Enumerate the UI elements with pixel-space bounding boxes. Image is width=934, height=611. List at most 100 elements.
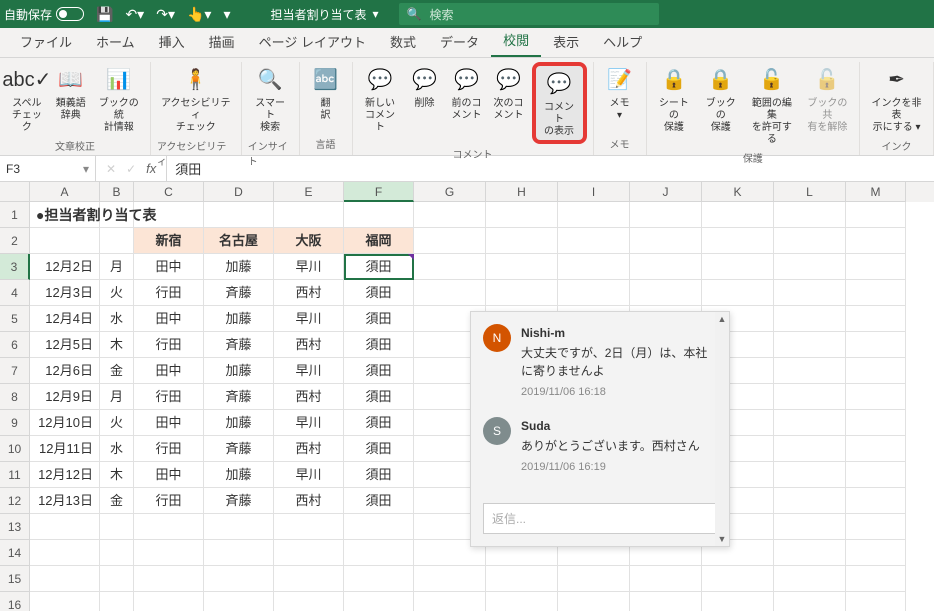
row-header-14[interactable]: 14 xyxy=(0,540,30,566)
cell[interactable] xyxy=(274,540,344,566)
cell[interactable] xyxy=(846,410,906,436)
autosave-toggle[interactable]: 自動保存 xyxy=(4,6,84,23)
cell[interactable] xyxy=(846,566,906,592)
tab-挿入[interactable]: 挿入 xyxy=(147,26,197,57)
cell[interactable] xyxy=(846,514,906,540)
cell[interactable] xyxy=(558,592,630,611)
cell[interactable]: ●担当者割り当て表 xyxy=(30,202,100,228)
cell[interactable] xyxy=(100,566,134,592)
cell[interactable] xyxy=(30,592,100,611)
cell[interactable] xyxy=(344,514,414,540)
col-header-C[interactable]: C xyxy=(134,182,204,202)
cell[interactable] xyxy=(702,566,774,592)
cell[interactable] xyxy=(774,540,846,566)
tab-ファイル[interactable]: ファイル xyxy=(8,26,84,57)
row-header-12[interactable]: 12 xyxy=(0,488,30,514)
cell[interactable]: 名古屋 xyxy=(204,228,274,254)
cell[interactable]: 須田 xyxy=(344,306,414,332)
cell[interactable]: 行田 xyxy=(134,488,204,514)
row-header-15[interactable]: 15 xyxy=(0,566,30,592)
cell[interactable] xyxy=(134,514,204,540)
reply-input[interactable]: 返信... xyxy=(483,503,717,534)
name-box[interactable]: F3▾ xyxy=(0,156,96,181)
thesaurus-button[interactable]: 📖類義語 辞典 xyxy=(52,62,90,124)
cell[interactable] xyxy=(274,566,344,592)
cell[interactable]: 加藤 xyxy=(204,306,274,332)
cell[interactable]: 加藤 xyxy=(204,410,274,436)
scrollbar[interactable]: ▲ ▼ xyxy=(715,312,729,546)
cell[interactable]: 水 xyxy=(100,306,134,332)
cell[interactable] xyxy=(486,592,558,611)
cell[interactable]: 西村 xyxy=(274,384,344,410)
cell[interactable] xyxy=(204,202,274,228)
cell[interactable]: 早川 xyxy=(274,306,344,332)
cell[interactable]: 行田 xyxy=(134,436,204,462)
cell[interactable] xyxy=(846,462,906,488)
cell[interactable] xyxy=(630,566,702,592)
cell[interactable] xyxy=(846,384,906,410)
translate-button[interactable]: 🔤翻 訳 xyxy=(306,62,346,124)
cell[interactable] xyxy=(774,436,846,462)
cell[interactable] xyxy=(134,566,204,592)
touch-mode-icon[interactable]: 👆▾ xyxy=(187,6,211,23)
row-header-9[interactable]: 9 xyxy=(0,410,30,436)
cell[interactable]: 斉藤 xyxy=(204,332,274,358)
comment-indicator-icon[interactable] xyxy=(408,254,414,260)
cell[interactable] xyxy=(204,566,274,592)
cell[interactable] xyxy=(846,592,906,611)
search-box[interactable]: 🔍 検索 xyxy=(399,3,659,25)
cell[interactable] xyxy=(846,202,906,228)
cell[interactable] xyxy=(558,228,630,254)
cell[interactable] xyxy=(558,566,630,592)
cell[interactable]: 金 xyxy=(100,358,134,384)
comment-item[interactable]: NNishi-m大丈夫ですが、2日（月）は、本社に寄りませんよ2019/11/0… xyxy=(483,324,717,401)
cell[interactable]: 行田 xyxy=(134,280,204,306)
cell[interactable] xyxy=(846,540,906,566)
cell[interactable] xyxy=(30,228,100,254)
col-header-K[interactable]: K xyxy=(702,182,774,202)
enter-icon[interactable]: ✓ xyxy=(126,162,136,176)
row-header-16[interactable]: 16 xyxy=(0,592,30,611)
cell[interactable]: 西村 xyxy=(274,332,344,358)
cell[interactable] xyxy=(630,202,702,228)
redo-icon[interactable]: ↷▾ xyxy=(156,6,175,23)
cell[interactable] xyxy=(414,280,486,306)
col-header-F[interactable]: F xyxy=(344,182,414,202)
row-header-3[interactable]: 3 xyxy=(0,254,30,280)
show-comments-button[interactable]: 💬コメント の表示 xyxy=(532,62,587,144)
cell[interactable]: 田中 xyxy=(134,358,204,384)
cell[interactable]: 12月3日 xyxy=(30,280,100,306)
cell[interactable] xyxy=(774,358,846,384)
prev-comment-button[interactable]: 💬前のコ メント xyxy=(448,62,486,124)
cell[interactable] xyxy=(204,540,274,566)
cell[interactable] xyxy=(344,540,414,566)
cell[interactable] xyxy=(414,202,486,228)
cell[interactable]: 須田 xyxy=(344,358,414,384)
col-header-A[interactable]: A xyxy=(30,182,100,202)
cell[interactable]: 斉藤 xyxy=(204,280,274,306)
cell[interactable] xyxy=(846,306,906,332)
cell[interactable]: 水 xyxy=(100,436,134,462)
cell[interactable] xyxy=(30,514,100,540)
cell[interactable]: 12月12日 xyxy=(30,462,100,488)
cell[interactable]: 須田 xyxy=(344,436,414,462)
cell[interactable]: 早川 xyxy=(274,462,344,488)
cell[interactable]: 福岡 xyxy=(344,228,414,254)
cell[interactable] xyxy=(344,202,414,228)
row-header-8[interactable]: 8 xyxy=(0,384,30,410)
cell[interactable] xyxy=(774,410,846,436)
cell[interactable]: 行田 xyxy=(134,384,204,410)
save-icon[interactable]: 💾 xyxy=(96,6,113,23)
cell[interactable] xyxy=(486,254,558,280)
cell[interactable]: 12月2日 xyxy=(30,254,100,280)
tab-数式[interactable]: 数式 xyxy=(378,26,428,57)
cell[interactable] xyxy=(630,280,702,306)
cell[interactable] xyxy=(774,228,846,254)
cell[interactable]: 斉藤 xyxy=(204,488,274,514)
col-header-B[interactable]: B xyxy=(100,182,134,202)
cell[interactable]: 田中 xyxy=(134,410,204,436)
cell[interactable] xyxy=(774,514,846,540)
cell[interactable] xyxy=(846,228,906,254)
cell[interactable]: 木 xyxy=(100,332,134,358)
cell[interactable] xyxy=(774,254,846,280)
